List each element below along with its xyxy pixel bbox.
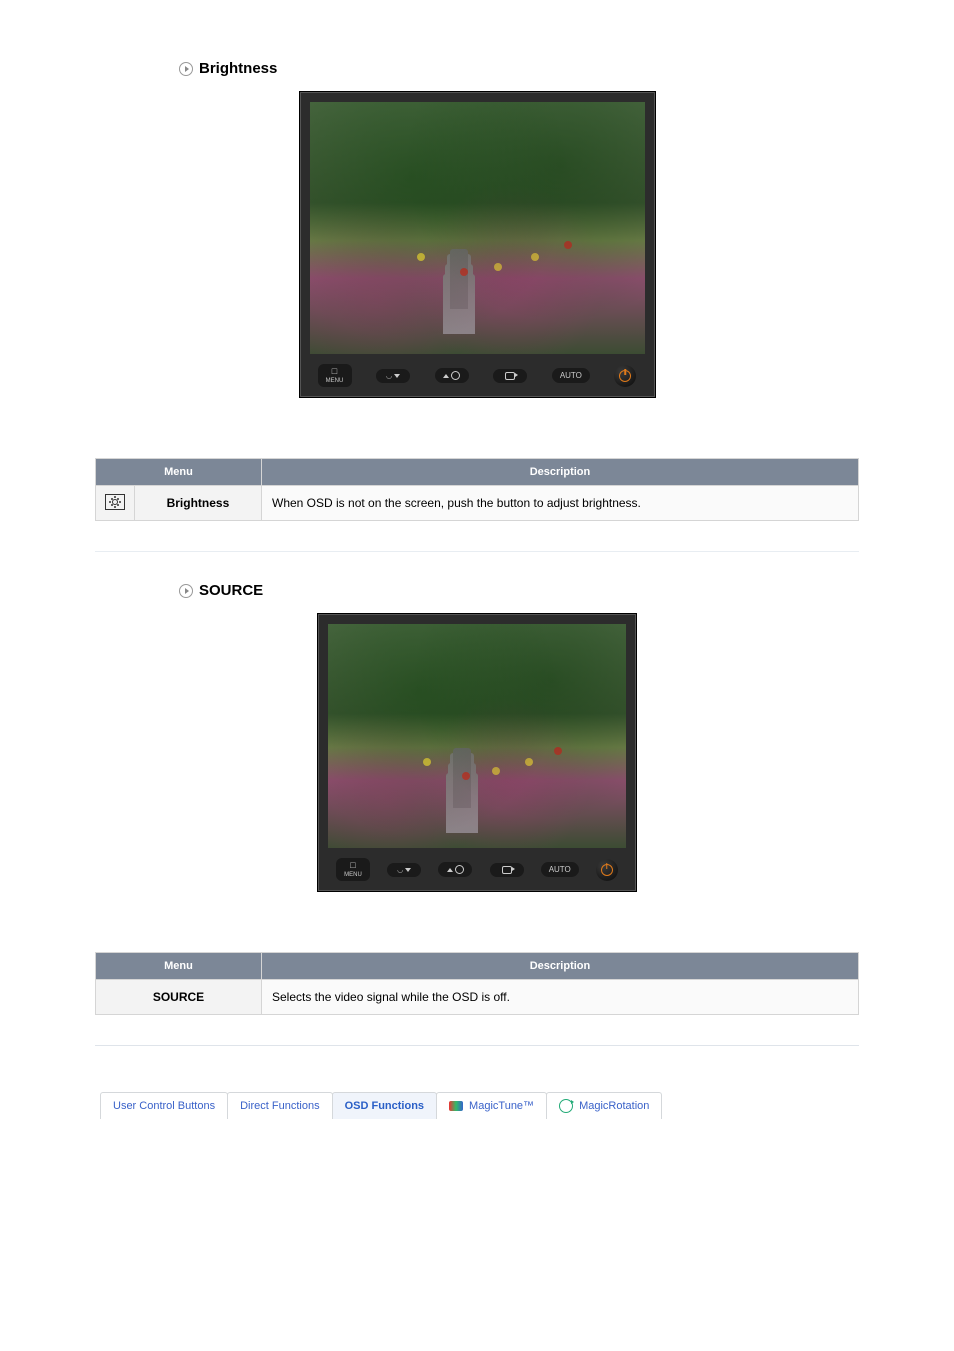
brightness-row-label: Brightness (134, 486, 261, 521)
power-icon (619, 370, 631, 382)
brightness-monitor: □ MENU ◡ AUTO (95, 91, 859, 398)
tab-magictune[interactable]: MagicTune™ (436, 1092, 547, 1119)
magictune-icon (449, 1101, 463, 1111)
tab-direct-functions-label: Direct Functions (240, 1100, 319, 1112)
tab-direct-functions[interactable]: Direct Functions (227, 1092, 332, 1119)
tab-user-control[interactable]: User Control Buttons (100, 1092, 228, 1119)
source-row-label: SOURCE (96, 980, 262, 1015)
source-heading: SOURCE (199, 582, 263, 599)
source-monitor: □ MENU ◡ AUTO (95, 613, 859, 892)
tab-magicrotation[interactable]: MagicRotation (546, 1092, 662, 1119)
brightness-heading: Brightness (199, 60, 277, 77)
brightness-row-icon (96, 486, 135, 521)
enter-icon (502, 866, 512, 874)
source-table: Menu Description SOURCE Selects the vide… (95, 952, 859, 1015)
auto-label: AUTO (560, 371, 582, 380)
tab-osd-functions[interactable]: OSD Functions (332, 1092, 437, 1119)
tab-magicrotation-label: MagicRotation (579, 1100, 649, 1112)
auto-button[interactable]: AUTO (552, 368, 590, 383)
enter-button[interactable] (493, 369, 527, 383)
table-header-description: Description (262, 459, 859, 486)
brightness-icon (451, 371, 460, 380)
down-button[interactable]: ◡ (376, 369, 410, 383)
tab-user-control-label: User Control Buttons (113, 1100, 215, 1112)
menu-bottom: MENU (326, 378, 344, 384)
tab-magictune-label: MagicTune™ (469, 1100, 534, 1112)
down-button[interactable]: ◡ (387, 863, 421, 877)
auto-button[interactable]: AUTO (541, 862, 579, 877)
enter-icon (505, 372, 515, 380)
table-header-menu: Menu (96, 459, 262, 486)
menu-icon[interactable]: □ MENU (318, 364, 352, 387)
source-screen-image (328, 624, 626, 848)
up-button[interactable] (438, 862, 472, 877)
menu-bottom: MENU (344, 872, 362, 878)
brightness-row-desc: When OSD is not on the screen, push the … (262, 486, 859, 521)
table-row: SOURCE Selects the video signal while th… (96, 980, 859, 1015)
brightness-table: Menu Description Brightness When OSD is … (95, 458, 859, 521)
brightness-screen-image (310, 102, 645, 354)
section-arrow-icon (179, 62, 193, 76)
table-header-menu: Menu (96, 953, 262, 980)
bottom-divider (95, 1045, 859, 1046)
table-header-description: Description (262, 953, 859, 980)
enter-button[interactable] (490, 863, 524, 877)
magicrotation-icon (559, 1099, 573, 1113)
power-button[interactable] (614, 365, 636, 387)
source-row-desc: Selects the video signal while the OSD i… (262, 980, 859, 1015)
menu-top: □ (332, 367, 337, 376)
brightness-icon (455, 865, 464, 874)
up-button[interactable] (435, 368, 469, 383)
tab-osd-functions-label: OSD Functions (345, 1100, 424, 1112)
section-arrow-icon (179, 584, 193, 598)
menu-icon[interactable]: □ MENU (336, 858, 370, 881)
section-divider (95, 551, 859, 552)
table-row: Brightness When OSD is not on the screen… (96, 486, 859, 521)
auto-label: AUTO (549, 865, 571, 874)
menu-top: □ (350, 861, 355, 870)
power-icon (601, 864, 613, 876)
bottom-nav: User Control Buttons Direct Functions OS… (0, 1092, 954, 1119)
power-button[interactable] (596, 859, 618, 881)
